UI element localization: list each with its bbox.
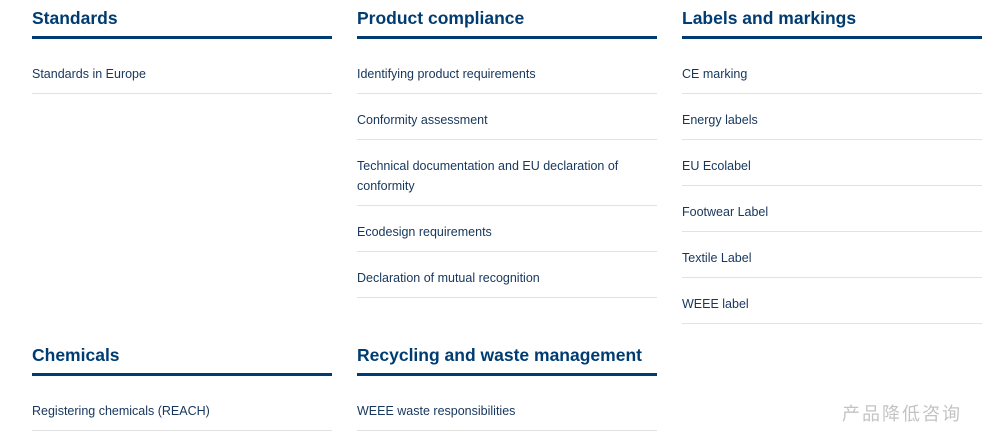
list-item: Declaration of mutual recognition (357, 262, 657, 298)
section-title: Labels and markings (682, 0, 982, 39)
link-list: Standards in Europe (32, 58, 332, 94)
section-chemicals: Chemicals Registering chemicals (REACH) (32, 337, 332, 441)
section-title: Standards (32, 0, 332, 39)
link-registering-chemicals-reach[interactable]: Registering chemicals (REACH) (32, 401, 332, 421)
list-item: Identifying product requirements (357, 58, 657, 94)
section-product-compliance: Product compliance Identifying product r… (357, 0, 657, 308)
link-textile-label[interactable]: Textile Label (682, 248, 982, 268)
list-item: Footwear Label (682, 196, 982, 232)
list-item: Standards in Europe (32, 58, 332, 94)
link-technical-documentation[interactable]: Technical documentation and EU declarati… (357, 156, 657, 196)
link-standards-in-europe[interactable]: Standards in Europe (32, 64, 332, 84)
list-item: WEEE waste responsibilities (357, 395, 657, 431)
link-eu-ecolabel[interactable]: EU Ecolabel (682, 156, 982, 176)
watermark: 产品降低咨询 (842, 404, 962, 425)
section-standards: Standards Standards in Europe (32, 0, 332, 104)
section-title: Chemicals (32, 337, 332, 376)
list-item: Ecodesign requirements (357, 216, 657, 252)
link-weee-label[interactable]: WEEE label (682, 294, 982, 314)
link-footwear-label[interactable]: Footwear Label (682, 202, 982, 222)
link-list: Registering chemicals (REACH) (32, 395, 332, 431)
link-declaration-mutual-recognition[interactable]: Declaration of mutual recognition (357, 268, 657, 288)
link-identifying-product-requirements[interactable]: Identifying product requirements (357, 64, 657, 84)
link-ce-marking[interactable]: CE marking (682, 64, 982, 84)
link-list: Identifying product requirements Conform… (357, 58, 657, 298)
link-weee-waste-responsibilities[interactable]: WEEE waste responsibilities (357, 401, 657, 421)
list-item: CE marking (682, 58, 982, 94)
section-title: Recycling and waste management (357, 337, 657, 376)
list-item: Textile Label (682, 242, 982, 278)
link-list: CE marking Energy labels EU Ecolabel Foo… (682, 58, 982, 324)
link-ecodesign-requirements[interactable]: Ecodesign requirements (357, 222, 657, 242)
link-conformity-assessment[interactable]: Conformity assessment (357, 110, 657, 130)
list-item: EU Ecolabel (682, 150, 982, 186)
list-item: Registering chemicals (REACH) (32, 395, 332, 431)
section-labels-and-markings: Labels and markings CE marking Energy la… (682, 0, 982, 334)
section-recycling-waste: Recycling and waste management WEEE wast… (357, 337, 657, 441)
list-item: Conformity assessment (357, 104, 657, 140)
section-title: Product compliance (357, 0, 657, 39)
list-item: Technical documentation and EU declarati… (357, 150, 657, 206)
list-item: WEEE label (682, 288, 982, 324)
link-energy-labels[interactable]: Energy labels (682, 110, 982, 130)
list-item: Energy labels (682, 104, 982, 140)
link-list: WEEE waste responsibilities (357, 395, 657, 431)
